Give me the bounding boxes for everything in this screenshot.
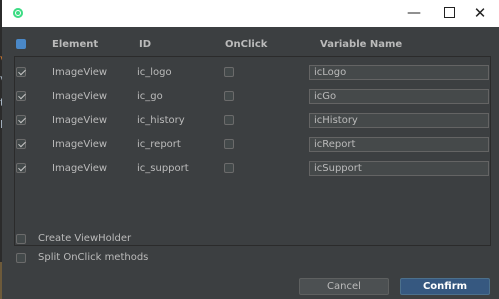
- split-onclick-checkbox[interactable]: [16, 253, 26, 263]
- close-icon: ✕: [473, 4, 487, 22]
- row-id: ic_report: [137, 139, 181, 150]
- row-select-checkbox[interactable]: [16, 67, 26, 77]
- maximize-icon: [443, 6, 455, 18]
- cancel-button[interactable]: Cancel: [299, 278, 389, 295]
- row-select-checkbox[interactable]: [16, 139, 26, 149]
- row-id: ic_go: [137, 91, 163, 102]
- create-viewholder-checkbox[interactable]: [16, 234, 26, 244]
- row-element: ImageView: [52, 67, 108, 78]
- window-title-bar: — ✕: [2, 0, 499, 27]
- row-id: ic_logo: [137, 67, 172, 78]
- column-header-onclick: OnClick: [225, 39, 268, 50]
- row-select-checkbox[interactable]: [16, 163, 26, 173]
- row-id: ic_history: [137, 115, 185, 126]
- row-onclick-checkbox[interactable]: [224, 67, 234, 77]
- android-studio-icon: [13, 8, 23, 18]
- row-element: ImageView: [52, 163, 108, 174]
- column-header-id: ID: [139, 39, 152, 50]
- row-element: ImageView: [52, 139, 108, 150]
- row-onclick-checkbox[interactable]: [224, 139, 234, 149]
- variable-name-input[interactable]: icReport: [309, 137, 489, 152]
- row-element: ImageView: [52, 91, 108, 102]
- generate-views-dialog: Element ID OnClick Variable Name ImageVi…: [2, 27, 499, 299]
- column-header-variable-name: Variable Name: [320, 39, 403, 50]
- minimize-button[interactable]: —: [394, 0, 434, 27]
- row-onclick-checkbox[interactable]: [224, 163, 234, 173]
- close-button[interactable]: ✕: [460, 0, 499, 27]
- row-select-checkbox[interactable]: [16, 115, 26, 125]
- create-viewholder-label[interactable]: Create ViewHolder: [38, 233, 131, 244]
- row-select-checkbox[interactable]: [16, 91, 26, 101]
- confirm-button[interactable]: Confirm: [400, 278, 490, 295]
- variable-name-input[interactable]: icLogo: [309, 65, 489, 80]
- row-onclick-checkbox[interactable]: [224, 115, 234, 125]
- row-onclick-checkbox[interactable]: [224, 91, 234, 101]
- minimize-icon: —: [407, 5, 421, 21]
- variable-name-input[interactable]: icSupport: [309, 161, 489, 176]
- row-id: ic_support: [137, 163, 189, 174]
- variable-name-input[interactable]: icGo: [309, 89, 489, 104]
- column-header-element: Element: [52, 39, 99, 50]
- row-element: ImageView: [52, 115, 108, 126]
- select-all-checkbox[interactable]: [16, 39, 26, 49]
- split-onclick-label[interactable]: Split OnClick methods: [38, 252, 148, 263]
- variable-name-input[interactable]: icHistory: [309, 113, 489, 128]
